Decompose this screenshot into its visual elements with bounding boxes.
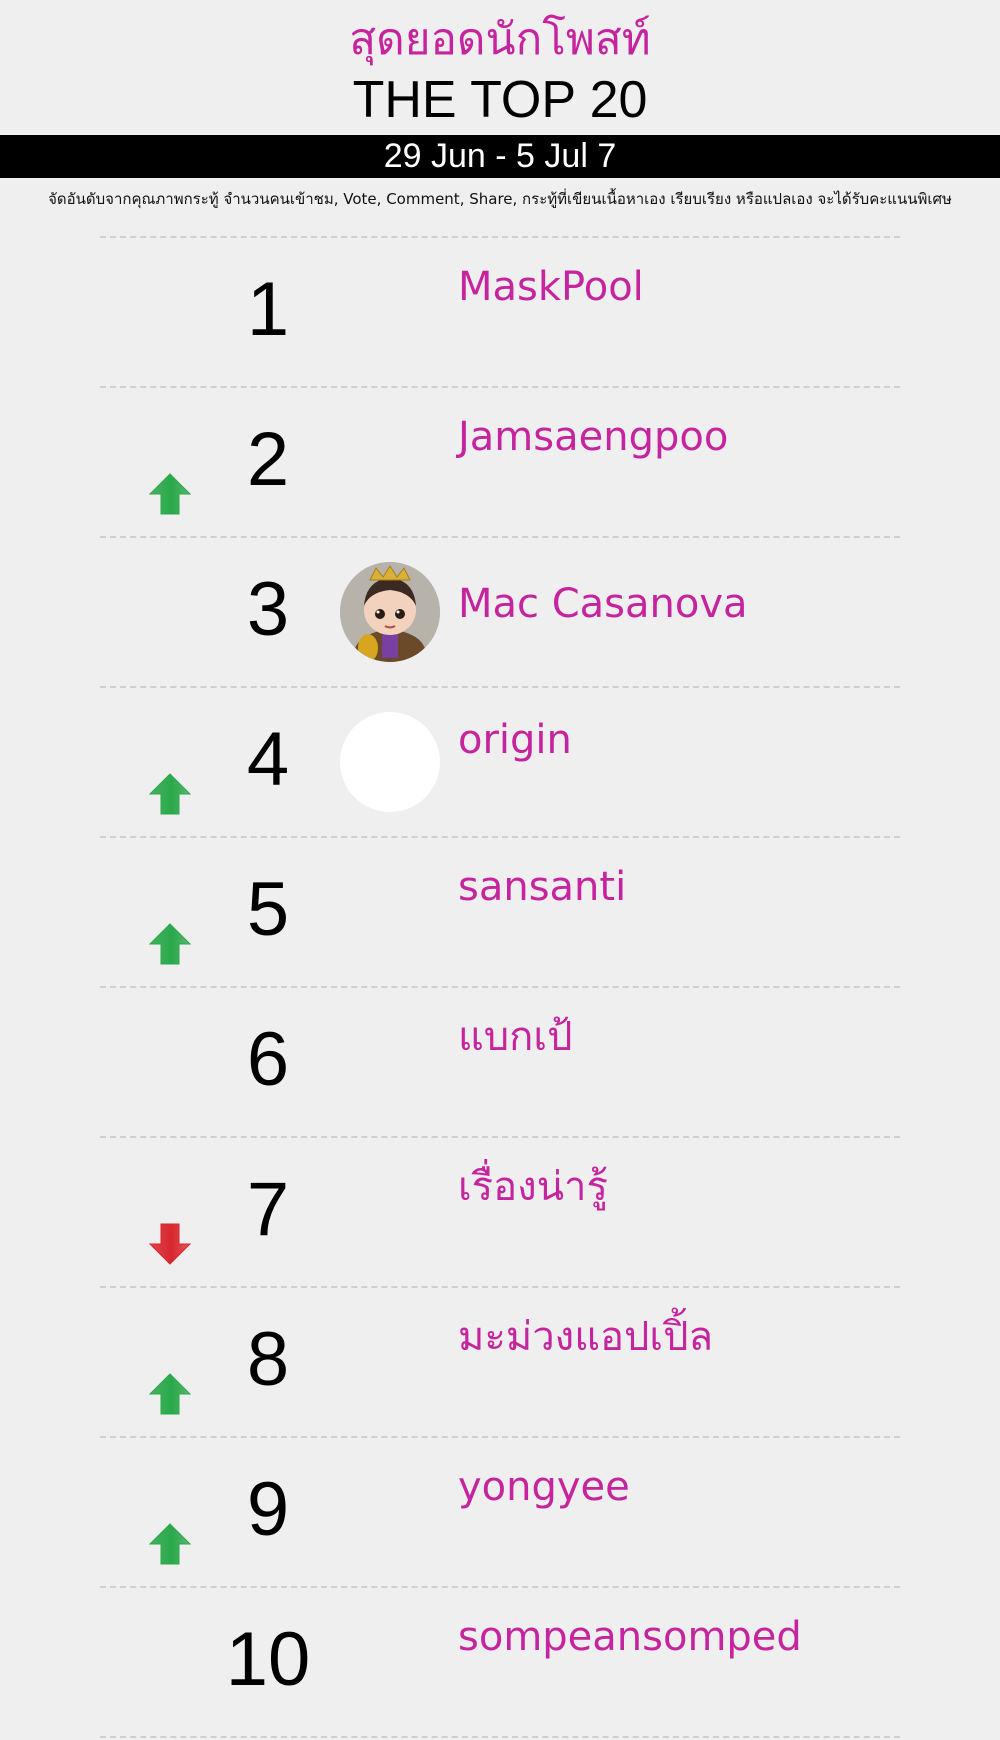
rank-number: 6 xyxy=(246,1017,290,1102)
user-avatar[interactable] xyxy=(340,712,440,812)
rank-number: 2 xyxy=(246,417,290,502)
ranking-row[interactable]: 1 MaskPool xyxy=(0,236,1000,386)
poster-name-link[interactable]: แบกเป้ xyxy=(458,1012,572,1062)
date-range-bar: 29 Jun - 5 Jul 7 xyxy=(0,135,1000,178)
user-avatar[interactable] xyxy=(340,562,440,662)
rank-number: 4 xyxy=(246,717,290,802)
rank-number: 3 xyxy=(246,567,290,652)
poster-name-link[interactable]: sompeansomped xyxy=(458,1612,802,1662)
poster-name-link[interactable]: มะม่วงแอปเปิ้ล xyxy=(458,1312,713,1362)
rank-number: 5 xyxy=(246,867,290,952)
rank-number: 1 xyxy=(246,267,290,352)
ranking-row[interactable]: 4 origin xyxy=(0,686,1000,836)
ranking-row[interactable]: 10 sompeansomped xyxy=(0,1586,1000,1736)
ranking-row[interactable]: 2 Jamsaengpoo xyxy=(0,386,1000,536)
trend-up-arrow-icon xyxy=(148,1522,192,1566)
page-title-thai: สุดยอดนักโพสท์ xyxy=(349,14,651,65)
ranking-row[interactable]: 3 Mac Casanova xyxy=(0,536,1000,686)
ranking-row[interactable]: 6 แบกเป้ xyxy=(0,986,1000,1136)
page-title: THE TOP 20 xyxy=(352,71,648,129)
poster-name-link[interactable]: Mac Casanova xyxy=(458,579,748,629)
rank-number: 9 xyxy=(246,1467,290,1552)
poster-name-link[interactable]: sansanti xyxy=(458,862,626,912)
ranking-row[interactable]: 5 sansanti xyxy=(0,836,1000,986)
ranking-row[interactable]: 9 yongyee xyxy=(0,1436,1000,1586)
rank-number: 8 xyxy=(246,1317,290,1402)
trend-up-arrow-icon xyxy=(148,922,192,966)
ranking-row[interactable]: 7 เรื่องน่ารู้ xyxy=(0,1136,1000,1286)
trend-up-arrow-icon xyxy=(148,472,192,516)
trend-up-arrow-icon xyxy=(148,1372,192,1416)
ranking-criteria-text: จัดอันดับจากคุณภาพกระทู้ จำนวนคนเข้าชม, … xyxy=(48,190,952,208)
poster-name-link[interactable]: เรื่องน่ารู้ xyxy=(458,1162,608,1212)
rank-number: 10 xyxy=(225,1617,311,1702)
trend-down-arrow-icon xyxy=(148,1222,192,1266)
trend-up-arrow-icon xyxy=(148,772,192,816)
poster-name-link[interactable]: Jamsaengpoo xyxy=(458,412,728,462)
date-range: 29 Jun - 5 Jul 7 xyxy=(383,137,617,175)
poster-name-link[interactable]: yongyee xyxy=(458,1462,630,1512)
ranking-row[interactable]: 8 มะม่วงแอปเปิ้ล xyxy=(0,1286,1000,1436)
rank-number: 7 xyxy=(246,1167,290,1252)
poster-name-link[interactable]: origin xyxy=(458,715,572,765)
poster-name-link[interactable]: MaskPool xyxy=(458,262,644,312)
row-divider xyxy=(100,1736,900,1738)
